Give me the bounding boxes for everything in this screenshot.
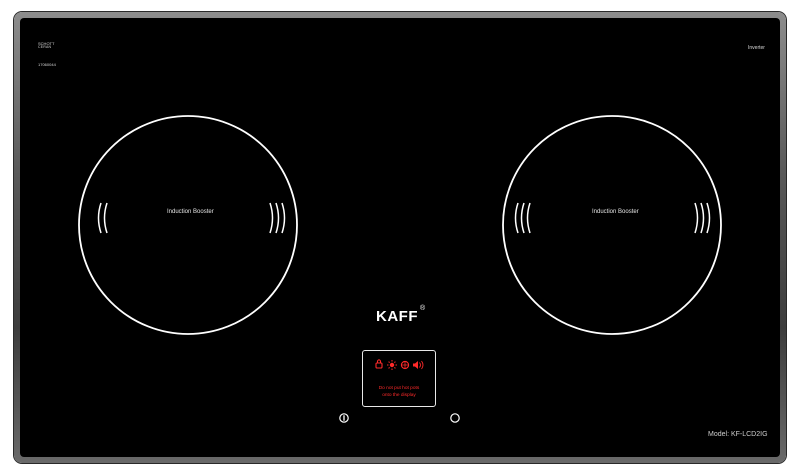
left-zone-left-arcs bbox=[97, 202, 108, 234]
warning-line-1: Do not put hot pots bbox=[378, 386, 420, 391]
serial-number: 17060044 bbox=[38, 62, 56, 67]
inverter-label: Inverter bbox=[748, 45, 765, 51]
right-zone-left-arc-inner bbox=[526, 202, 531, 234]
left-zone-right-arcs bbox=[269, 202, 286, 234]
right-zone-right-arc-inner bbox=[694, 202, 699, 234]
right-zone-right-arc-mid bbox=[700, 202, 705, 234]
right-zone-left-arc-mid bbox=[520, 202, 525, 234]
right-zone-right-arcs bbox=[694, 202, 711, 234]
right-zone-right-arc-outer bbox=[706, 202, 711, 234]
warning-line-2: onto the display bbox=[382, 393, 416, 399]
left-zone-right-arc-mid bbox=[275, 202, 280, 234]
registered-mark: ® bbox=[420, 305, 426, 312]
ceran-mark-text: CERAN bbox=[38, 45, 52, 50]
left-zone-right-arc-outer bbox=[281, 202, 286, 234]
schott-ceran-mark: SCHOTT CERAN bbox=[38, 41, 60, 56]
right-zone-left-arcs bbox=[514, 202, 531, 234]
right-zone-left-arc-outer bbox=[514, 202, 519, 234]
left-cooking-zone[interactable] bbox=[78, 115, 298, 335]
power-icon[interactable] bbox=[339, 413, 349, 423]
left-zone-left-arc-inner bbox=[103, 202, 108, 234]
left-zone-label: Induction Booster bbox=[167, 209, 214, 215]
model-label: Model: KF-LCD2IG bbox=[708, 431, 768, 438]
kaff-logo: KAFF bbox=[376, 308, 418, 325]
left-zone-right-arc-inner bbox=[269, 202, 274, 234]
right-zone-label: Induction Booster bbox=[592, 209, 639, 215]
right-cooking-zone[interactable] bbox=[502, 115, 722, 335]
warning-message: Do not put hot pots onto the display bbox=[362, 385, 436, 400]
circle-button[interactable] bbox=[450, 413, 460, 423]
left-zone-left-arc-outer bbox=[97, 202, 102, 234]
